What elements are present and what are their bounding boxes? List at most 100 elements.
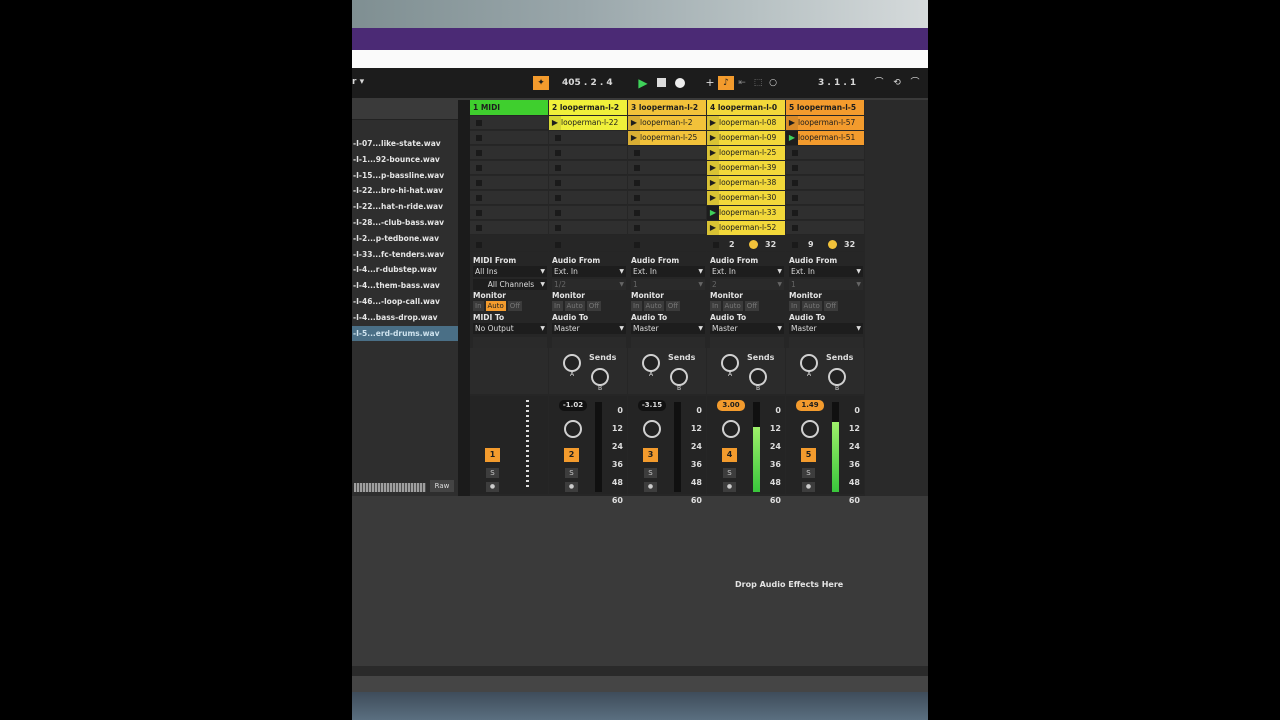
send-b-knob[interactable] (749, 368, 767, 386)
empty-clip-slot[interactable] (786, 221, 864, 235)
empty-clip-slot[interactable] (628, 191, 706, 205)
clip-launch-icon[interactable]: ▶ (549, 116, 561, 130)
clip-slot[interactable]: ▶ looperman-l-08 (707, 116, 785, 130)
clip-launch-icon[interactable]: ▶ (786, 116, 798, 130)
output-channel-select[interactable] (631, 337, 705, 348)
stop-clip-icon[interactable] (555, 210, 561, 216)
send-a-knob[interactable] (721, 354, 739, 372)
track-activator-button[interactable]: 5 (801, 448, 816, 462)
session-record-icon[interactable]: ○ (765, 76, 781, 90)
solo-button[interactable]: S (723, 468, 736, 478)
solo-button[interactable]: S (486, 468, 499, 478)
browser-item[interactable]: -I-4...them-bass.wav (352, 278, 458, 293)
browser-item[interactable]: -I-22...hat-n-ride.wav (352, 199, 458, 214)
empty-clip-slot[interactable] (470, 116, 548, 130)
arm-button[interactable]: ● (644, 482, 657, 492)
input-channel-select[interactable]: All Channels ▼ (473, 279, 547, 290)
clip-launch-icon[interactable]: ▶ (786, 131, 798, 145)
volume-value[interactable]: 1.49 (796, 400, 824, 411)
empty-clip-slot[interactable] (786, 146, 864, 160)
output-type-select[interactable]: Master ▼ (552, 323, 626, 334)
empty-clip-slot[interactable] (470, 176, 548, 190)
pan-knob[interactable] (722, 420, 740, 438)
arm-button[interactable]: ● (565, 482, 578, 492)
stop-clip-icon[interactable] (634, 165, 640, 171)
play-icon[interactable]: ▶ (635, 76, 651, 90)
clip-launch-icon[interactable]: ▶ (707, 221, 719, 235)
monitor-auto-button[interactable]: Auto (643, 301, 664, 311)
empty-clip-slot[interactable] (786, 206, 864, 220)
browser-item[interactable]: -I-5...erd-drums.wav (352, 325, 458, 341)
loop-icon[interactable]: ⟲ (889, 76, 905, 90)
punch-out-icon[interactable]: ⌒ (907, 76, 923, 90)
empty-clip-slot[interactable] (549, 131, 627, 145)
browser-item[interactable]: -I-1...92-bounce.wav (352, 152, 458, 167)
stop-clip-icon[interactable] (792, 165, 798, 171)
monitor-toggle[interactable]: In Auto Off (473, 301, 524, 311)
empty-clip-slot[interactable] (628, 146, 706, 160)
clip-slot[interactable]: ▶ looperman-l-30 (707, 191, 785, 205)
browser-item[interactable]: -I-33...fc-tenders.wav (352, 247, 458, 262)
stop-all-icon[interactable] (555, 242, 561, 248)
stop-clip-icon[interactable] (792, 150, 798, 156)
clip-slot[interactable]: ▶ looperman-l-09 (707, 131, 785, 145)
clip-slot[interactable]: ▶ looperman-l-2 (628, 116, 706, 130)
back-to-arrangement-icon[interactable]: ⇤ (734, 76, 750, 90)
stop-clip-icon[interactable] (634, 210, 640, 216)
empty-clip-slot[interactable] (786, 176, 864, 190)
stop-all-icon[interactable] (476, 242, 482, 248)
output-channel-select[interactable] (473, 337, 547, 348)
monitor-auto-button[interactable]: Auto (485, 301, 506, 311)
empty-clip-slot[interactable] (628, 221, 706, 235)
capture-icon[interactable]: ⬚ (750, 76, 766, 90)
stop-clip-icon[interactable] (555, 225, 561, 231)
output-type-select[interactable]: Master ▼ (631, 323, 705, 334)
solo-button[interactable]: S (802, 468, 815, 478)
stop-clip-icon[interactable] (634, 180, 640, 186)
output-channel-select[interactable] (789, 337, 863, 348)
stop-clip-icon[interactable] (792, 225, 798, 231)
stop-icon[interactable] (653, 76, 669, 90)
input-channel-select[interactable]: 1 ▼ (631, 279, 705, 290)
monitor-in-button[interactable]: In (473, 301, 484, 311)
input-type-select[interactable]: Ext. In ▼ (552, 266, 626, 277)
clip-slot[interactable]: ▶ looperman-l-22 (549, 116, 627, 130)
clip-launch-icon[interactable]: ▶ (707, 191, 719, 205)
track-activator-button[interactable]: 1 (485, 448, 500, 462)
monitor-auto-button[interactable]: Auto (564, 301, 585, 311)
send-a-knob[interactable] (800, 354, 818, 372)
track-header[interactable]: 1 MIDI (470, 100, 548, 115)
volume-value[interactable]: -3.15 (638, 400, 666, 411)
stop-clip-icon[interactable] (555, 150, 561, 156)
stop-clip-icon[interactable] (476, 150, 482, 156)
arm-button[interactable]: ● (802, 482, 815, 492)
empty-clip-slot[interactable] (470, 221, 548, 235)
output-type-select[interactable]: No Output ▼ (473, 323, 547, 334)
arm-button[interactable]: ● (723, 482, 736, 492)
monitor-off-button[interactable]: Off (665, 301, 681, 311)
monitor-in-button[interactable]: In (789, 301, 800, 311)
browser-item[interactable]: -I-07...like-state.wav (352, 136, 458, 151)
clip-slot[interactable]: ▶ looperman-l-33 (707, 206, 785, 220)
clip-slot[interactable]: ▶ looperman-l-52 (707, 221, 785, 235)
stop-clip-icon[interactable] (555, 135, 561, 141)
empty-clip-slot[interactable] (549, 191, 627, 205)
track-activator-button[interactable]: 3 (643, 448, 658, 462)
monitor-toggle[interactable]: In Auto Off (552, 301, 603, 311)
browser-item[interactable]: -I-2...p-tedbone.wav (352, 231, 458, 246)
output-channel-select[interactable] (710, 337, 784, 348)
raw-button[interactable]: Raw (430, 480, 454, 492)
stop-clip-icon[interactable] (555, 165, 561, 171)
clip-slot[interactable]: ▶ looperman-l-25 (628, 131, 706, 145)
send-b-knob[interactable] (828, 368, 846, 386)
solo-button[interactable]: S (644, 468, 657, 478)
stop-all-icon[interactable] (792, 242, 798, 248)
send-a-knob[interactable] (642, 354, 660, 372)
browser-item[interactable]: -I-22...bro-hi-hat.wav (352, 183, 458, 198)
empty-clip-slot[interactable] (549, 146, 627, 160)
output-type-select[interactable]: Master ▼ (710, 323, 784, 334)
track-header[interactable]: 2 looperman-l-2 (549, 100, 627, 115)
pan-knob[interactable] (643, 420, 661, 438)
clip-launch-icon[interactable]: ▶ (707, 131, 719, 145)
empty-clip-slot[interactable] (786, 191, 864, 205)
